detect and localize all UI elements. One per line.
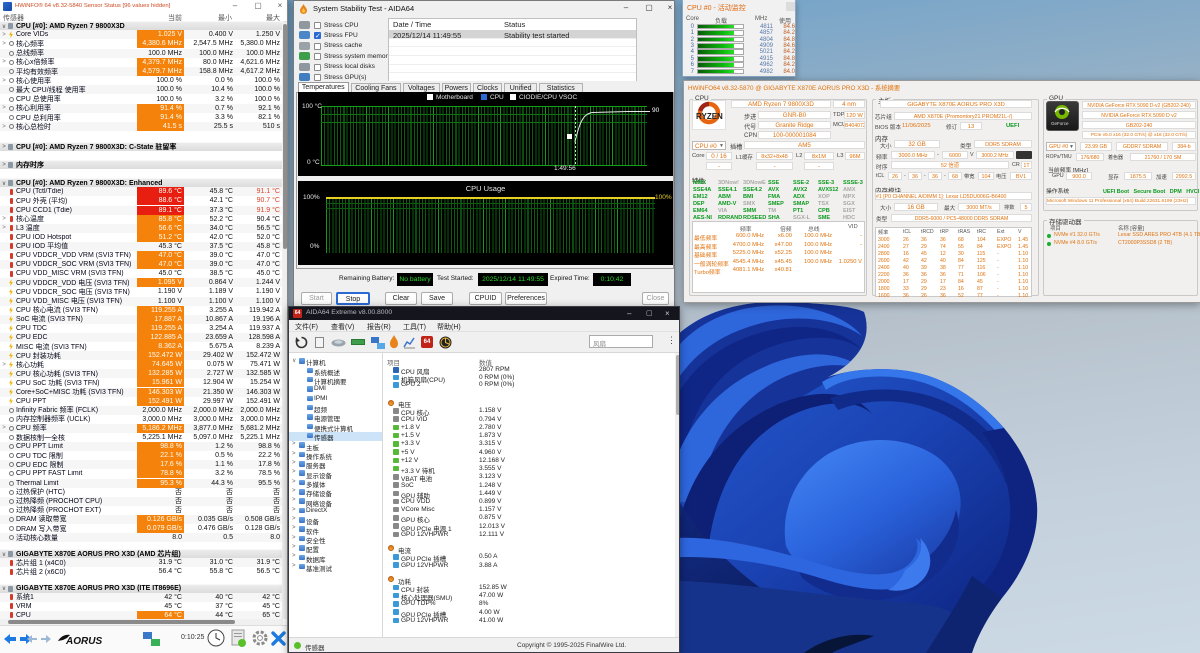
svg-text:AORUS: AORUS	[65, 636, 102, 646]
svg-text:RYZEN: RYZEN	[696, 112, 723, 121]
svg-text:GeForce: GeForce	[1051, 121, 1069, 126]
